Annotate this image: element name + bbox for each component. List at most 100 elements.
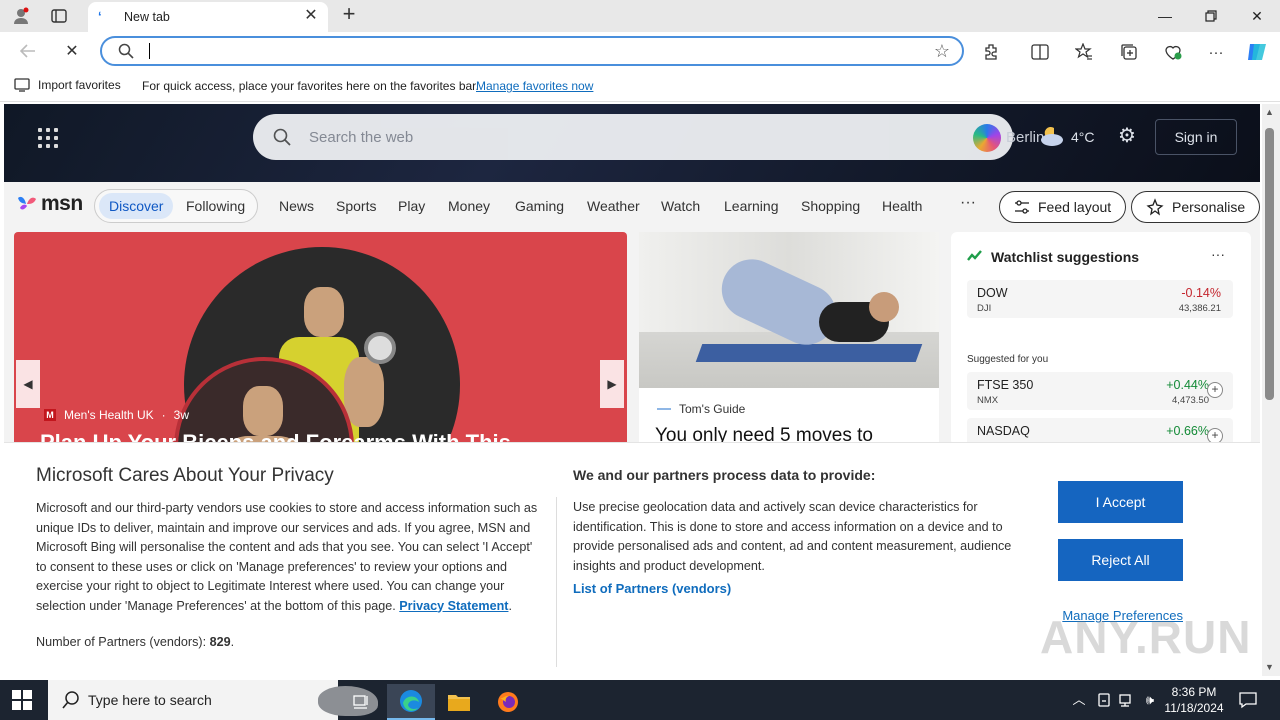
tab-discover[interactable]: Discover bbox=[99, 193, 174, 219]
side-story-source: Tom's Guide bbox=[657, 402, 745, 416]
windows-start-icon[interactable] bbox=[12, 690, 32, 710]
privacy-title: Microsoft Cares About Your Privacy bbox=[36, 465, 334, 486]
import-favorites-button[interactable]: Import favorites bbox=[14, 78, 121, 92]
watchlist-card: Watchlist suggestions ··· DOW DJI -0.14%… bbox=[951, 232, 1251, 456]
tab-new-tab[interactable]: ʻ New tab ✕ bbox=[88, 2, 328, 32]
privacy-body: Microsoft and our third-party vendors us… bbox=[36, 501, 538, 613]
feed-toggle: Discover Following bbox=[94, 189, 258, 223]
personalise-button[interactable]: Personalise bbox=[1131, 191, 1260, 223]
nav-link-gaming[interactable]: Gaming bbox=[515, 198, 564, 214]
close-window-button[interactable]: ✕ bbox=[1234, 0, 1280, 32]
partners-count: 829 bbox=[209, 635, 231, 649]
personalise-label: Personalise bbox=[1172, 199, 1246, 215]
weather-temperature[interactable]: 4°C bbox=[1071, 129, 1095, 145]
side-story-card[interactable]: Tom's Guide You only need 5 moves to bbox=[639, 232, 939, 446]
copilot-icon[interactable] bbox=[1245, 40, 1269, 64]
web-search-box[interactable]: Search the web bbox=[253, 114, 1013, 160]
collections-icon[interactable] bbox=[1117, 40, 1141, 64]
network-device-icon[interactable] bbox=[1095, 691, 1113, 709]
privacy-body-text: Microsoft and our third-party vendors us… bbox=[36, 501, 538, 613]
restore-button[interactable] bbox=[1188, 0, 1234, 32]
carousel-next-icon[interactable]: ▶ bbox=[600, 360, 624, 408]
nav-link-weather[interactable]: Weather bbox=[587, 198, 640, 214]
sign-in-button[interactable]: Sign in bbox=[1155, 119, 1237, 155]
stop-loading-button[interactable]: ✕ bbox=[58, 38, 86, 64]
watchlist-more-icon[interactable]: ··· bbox=[1211, 246, 1225, 262]
split-screen-icon[interactable] bbox=[1028, 40, 1052, 64]
msn-butterfly-icon bbox=[18, 196, 36, 210]
carousel-prev-icon[interactable]: ◀ bbox=[16, 360, 40, 408]
scroll-down-icon[interactable]: ▼ bbox=[1265, 662, 1274, 672]
stock-trend-icon bbox=[967, 250, 982, 261]
ticker-row[interactable]: DOW DJI -0.14% 43,386.21 bbox=[967, 280, 1233, 318]
page-scrollbar[interactable]: ▲ ▼ bbox=[1262, 104, 1280, 676]
nav-link-health[interactable]: Health bbox=[882, 198, 922, 214]
minimize-button[interactable]: — bbox=[1142, 0, 1188, 32]
favorite-star-icon[interactable]: ☆ bbox=[934, 41, 950, 62]
task-view-icon[interactable] bbox=[338, 684, 386, 720]
ticker-name: NASDAQ bbox=[977, 424, 1030, 438]
reject-all-button[interactable]: Reject All bbox=[1058, 539, 1183, 581]
scroll-thumb[interactable] bbox=[1265, 128, 1274, 400]
cloudy-night-icon bbox=[1041, 127, 1063, 146]
scroll-up-icon[interactable]: ▲ bbox=[1265, 107, 1274, 117]
nav-link-sports[interactable]: Sports bbox=[336, 198, 376, 214]
nav-link-play[interactable]: Play bbox=[398, 198, 425, 214]
profile-icon[interactable] bbox=[8, 4, 34, 28]
hero-banner: Search the web Berlin 4°C ⚙ Sign in bbox=[4, 104, 1260, 182]
nav-link-news[interactable]: News bbox=[279, 198, 314, 214]
notification-icon[interactable] bbox=[1238, 690, 1258, 710]
nav-link-learning[interactable]: Learning bbox=[724, 198, 779, 214]
taskbar-clock[interactable]: 8:36 PM 11/18/2024 bbox=[1164, 684, 1224, 716]
new-tab-button[interactable]: + bbox=[338, 3, 360, 26]
accept-button[interactable]: I Accept bbox=[1058, 481, 1183, 523]
add-to-watchlist-icon[interactable]: + bbox=[1207, 382, 1223, 398]
tab-following[interactable]: Following bbox=[186, 193, 245, 219]
nav-more-icon[interactable]: ··· bbox=[960, 194, 976, 212]
msn-logo[interactable]: msn bbox=[16, 192, 83, 216]
ticker-row[interactable]: FTSE 350 NMX +0.44% 4,473.50 + bbox=[967, 372, 1233, 410]
nav-link-watch[interactable]: Watch bbox=[661, 198, 700, 214]
tab-actions-icon[interactable] bbox=[46, 4, 72, 28]
list-of-partners-link[interactable]: List of Partners (vendors) bbox=[573, 581, 731, 596]
favorites-bar: Import favorites For quick access, place… bbox=[0, 70, 1280, 102]
address-bar[interactable]: ☆ bbox=[100, 36, 964, 66]
taskbar-search-box[interactable]: Type here to search bbox=[48, 680, 378, 720]
partners-label: Number of Partners (vendors): bbox=[36, 635, 207, 649]
side-story-image bbox=[639, 232, 939, 388]
ticker-value: 4,473.50 bbox=[1172, 395, 1209, 406]
manage-favorites-link[interactable]: Manage favorites now bbox=[476, 79, 593, 93]
network-icon[interactable] bbox=[1118, 691, 1136, 709]
suggested-label: Suggested for you bbox=[967, 354, 1049, 365]
privacy-statement-link[interactable]: Privacy Statement bbox=[399, 599, 508, 613]
nav-link-money[interactable]: Money bbox=[448, 198, 490, 214]
favorites-icon[interactable] bbox=[1072, 40, 1096, 64]
nav-link-shopping[interactable]: Shopping bbox=[801, 198, 860, 214]
source-logo-icon: M bbox=[44, 409, 56, 421]
apps-launcher-icon[interactable] bbox=[38, 128, 58, 148]
feed-layout-button[interactable]: Feed layout bbox=[999, 191, 1127, 223]
import-favorites-label: Import favorites bbox=[38, 78, 121, 92]
clock-time: 8:36 PM bbox=[1171, 685, 1217, 699]
ticker-name: DOW bbox=[977, 286, 1008, 300]
watchlist-title: Watchlist suggestions bbox=[991, 249, 1140, 265]
extensions-icon[interactable] bbox=[980, 40, 1004, 64]
windows-taskbar: Type here to search ︿ 🕪 8:36 PM 11/18/20… bbox=[0, 680, 1280, 720]
main-story-card[interactable]: ◀ ▶ M Men's Health UK · 3w Plan Up Your … bbox=[14, 232, 627, 446]
volume-icon[interactable]: 🕪 bbox=[1141, 691, 1159, 709]
browser-essentials-icon[interactable] bbox=[1161, 40, 1185, 64]
gear-icon[interactable]: ⚙ bbox=[1116, 125, 1138, 147]
settings-more-icon[interactable]: ··· bbox=[1204, 40, 1228, 64]
edge-taskbar-icon[interactable] bbox=[387, 684, 435, 720]
ticker-symbol: NMX bbox=[977, 395, 999, 406]
file-explorer-icon[interactable] bbox=[435, 684, 483, 720]
copilot-search-icon[interactable] bbox=[973, 124, 1001, 152]
tab-close-icon[interactable]: ✕ bbox=[302, 7, 320, 25]
firefox-icon[interactable] bbox=[484, 684, 532, 720]
data-processing-body: Use precise geolocation data and activel… bbox=[573, 500, 1012, 573]
main-story-age: 3w bbox=[173, 408, 190, 422]
tray-chevron-up-icon[interactable]: ︿ bbox=[1070, 691, 1088, 709]
text-caret bbox=[149, 43, 150, 59]
source-logo-icon bbox=[657, 408, 671, 410]
back-button[interactable] bbox=[14, 38, 42, 64]
